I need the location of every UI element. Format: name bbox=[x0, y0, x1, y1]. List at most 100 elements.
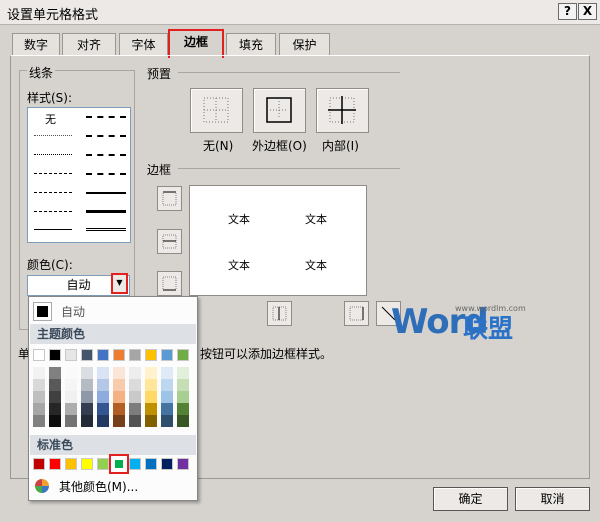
theme-shade-swatch[interactable] bbox=[161, 391, 173, 403]
theme-color-swatch[interactable] bbox=[33, 349, 45, 361]
line-style-dash-dot-dot[interactable] bbox=[34, 173, 72, 174]
theme-shade-swatch[interactable] bbox=[161, 367, 173, 379]
theme-shade-swatch[interactable] bbox=[145, 415, 157, 427]
theme-shade-swatch[interactable] bbox=[81, 367, 93, 379]
theme-shade-swatch[interactable] bbox=[145, 367, 157, 379]
theme-shade-swatch[interactable] bbox=[49, 415, 61, 427]
theme-shade-swatch[interactable] bbox=[49, 367, 61, 379]
theme-shade-swatch[interactable] bbox=[161, 403, 173, 415]
theme-shade-swatch[interactable] bbox=[113, 367, 125, 379]
more-colors-option[interactable]: 其他颜色(M)... bbox=[59, 478, 138, 495]
tab-protection[interactable]: 保护 bbox=[279, 33, 330, 56]
theme-shade-swatch[interactable] bbox=[97, 379, 109, 391]
theme-shade-swatch[interactable] bbox=[33, 391, 45, 403]
standard-color-swatch[interactable] bbox=[161, 458, 173, 470]
theme-shade-swatch[interactable] bbox=[33, 415, 45, 427]
theme-shade-swatch[interactable] bbox=[65, 367, 77, 379]
theme-color-swatch[interactable] bbox=[161, 349, 173, 361]
line-style-double[interactable] bbox=[86, 228, 126, 233]
theme-shade-swatch[interactable] bbox=[177, 379, 189, 391]
close-button[interactable]: X bbox=[578, 3, 597, 20]
border-preview[interactable]: 文本 文本 文本 文本 bbox=[189, 185, 367, 296]
theme-shade-swatch[interactable] bbox=[33, 379, 45, 391]
theme-color-swatch[interactable] bbox=[177, 349, 189, 361]
theme-color-swatch[interactable] bbox=[65, 349, 77, 361]
theme-shade-swatch[interactable] bbox=[65, 415, 77, 427]
tab-border[interactable]: 边框 bbox=[168, 29, 224, 58]
theme-shade-swatch[interactable] bbox=[113, 391, 125, 403]
theme-shade-swatch[interactable] bbox=[65, 391, 77, 403]
theme-shade-swatch[interactable] bbox=[145, 391, 157, 403]
line-style-medium[interactable] bbox=[86, 192, 126, 194]
line-style-thick[interactable] bbox=[86, 210, 126, 213]
theme-shade-swatch[interactable] bbox=[65, 379, 77, 391]
standard-color-swatch[interactable] bbox=[65, 458, 77, 470]
standard-color-swatch[interactable] bbox=[81, 458, 93, 470]
theme-color-swatch[interactable] bbox=[129, 349, 141, 361]
theme-shade-swatch[interactable] bbox=[113, 379, 125, 391]
theme-shade-swatch[interactable] bbox=[81, 391, 93, 403]
theme-shade-swatch[interactable] bbox=[145, 403, 157, 415]
theme-shade-swatch[interactable] bbox=[33, 403, 45, 415]
line-style-hair[interactable] bbox=[34, 135, 72, 136]
theme-shade-swatch[interactable] bbox=[145, 379, 157, 391]
standard-color-swatch[interactable] bbox=[129, 458, 141, 470]
theme-shade-swatch[interactable] bbox=[49, 403, 61, 415]
theme-shade-swatch[interactable] bbox=[97, 391, 109, 403]
preset-none-button[interactable] bbox=[190, 88, 243, 133]
border-inside-vertical-button[interactable] bbox=[267, 301, 292, 326]
theme-shade-swatch[interactable] bbox=[177, 403, 189, 415]
standard-color-swatch[interactable] bbox=[49, 458, 61, 470]
theme-shade-swatch[interactable] bbox=[129, 415, 141, 427]
ok-button[interactable]: 确定 bbox=[433, 487, 508, 511]
standard-color-swatch[interactable] bbox=[97, 458, 109, 470]
theme-shade-swatch[interactable] bbox=[97, 403, 109, 415]
line-style-list[interactable]: 无 bbox=[27, 107, 131, 243]
theme-shade-swatch[interactable] bbox=[129, 379, 141, 391]
line-style-dash-dot[interactable] bbox=[34, 192, 72, 193]
theme-shade-swatch[interactable] bbox=[177, 367, 189, 379]
tab-number[interactable]: 数字 bbox=[12, 33, 60, 56]
border-bottom-button[interactable] bbox=[157, 271, 182, 296]
line-style-dashed[interactable] bbox=[34, 211, 72, 212]
theme-color-swatch[interactable] bbox=[145, 349, 157, 361]
theme-shade-swatch[interactable] bbox=[65, 403, 77, 415]
theme-shade-swatch[interactable] bbox=[49, 391, 61, 403]
theme-shade-swatch[interactable] bbox=[129, 403, 141, 415]
line-style-medium-dashed[interactable] bbox=[86, 173, 126, 175]
theme-shade-swatch[interactable] bbox=[113, 403, 125, 415]
chevron-down-icon[interactable]: ▼ bbox=[111, 273, 128, 294]
border-top-button[interactable] bbox=[157, 186, 182, 211]
theme-shade-swatch[interactable] bbox=[81, 379, 93, 391]
theme-color-swatch[interactable] bbox=[81, 349, 93, 361]
theme-shade-swatch[interactable] bbox=[129, 367, 141, 379]
tab-font[interactable]: 字体 bbox=[119, 33, 168, 56]
theme-color-swatch[interactable] bbox=[113, 349, 125, 361]
line-style-thin[interactable] bbox=[34, 229, 72, 230]
tab-alignment[interactable]: 对齐 bbox=[62, 33, 116, 56]
standard-color-swatch[interactable] bbox=[33, 458, 45, 470]
line-style-medium-dash-dot[interactable] bbox=[86, 154, 126, 156]
preset-outline-button[interactable] bbox=[253, 88, 306, 133]
standard-color-swatch[interactable] bbox=[145, 458, 157, 470]
line-style-none[interactable]: 无 bbox=[45, 111, 56, 127]
theme-shade-swatch[interactable] bbox=[177, 415, 189, 427]
auto-color-label[interactable]: 自动 bbox=[61, 303, 85, 320]
theme-shade-swatch[interactable] bbox=[97, 415, 109, 427]
line-style-medium-dash-dot-dot[interactable] bbox=[86, 116, 126, 118]
theme-color-swatch[interactable] bbox=[97, 349, 109, 361]
theme-shade-swatch[interactable] bbox=[33, 367, 45, 379]
theme-shade-swatch[interactable] bbox=[177, 391, 189, 403]
preset-inside-button[interactable] bbox=[316, 88, 369, 133]
auto-color-swatch[interactable] bbox=[33, 302, 52, 321]
cancel-button[interactable]: 取消 bbox=[515, 487, 590, 511]
theme-shade-swatch[interactable] bbox=[161, 415, 173, 427]
theme-color-swatch[interactable] bbox=[49, 349, 61, 361]
theme-shade-swatch[interactable] bbox=[97, 367, 109, 379]
theme-shade-swatch[interactable] bbox=[81, 403, 93, 415]
theme-shade-swatch[interactable] bbox=[161, 379, 173, 391]
border-inside-horizontal-button[interactable] bbox=[157, 229, 182, 254]
help-button[interactable]: ? bbox=[558, 3, 577, 20]
standard-color-swatch[interactable] bbox=[109, 454, 129, 474]
standard-color-swatch[interactable] bbox=[177, 458, 189, 470]
